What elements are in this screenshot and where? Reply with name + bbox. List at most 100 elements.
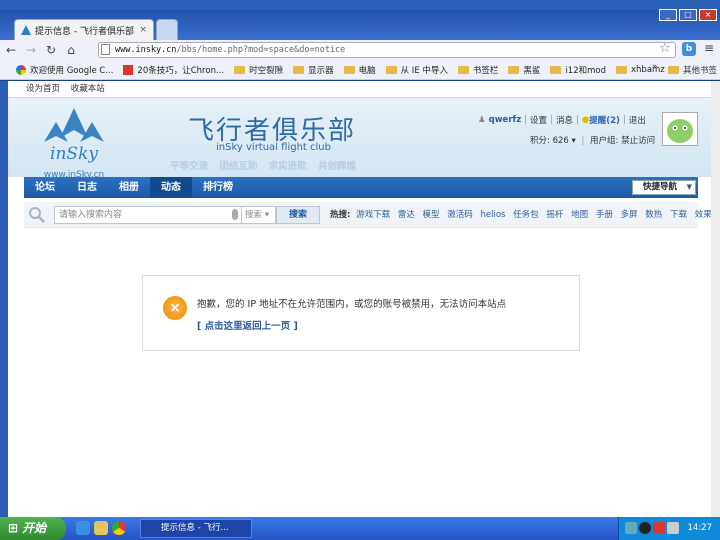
search-icon [28, 206, 46, 224]
tab-close-icon[interactable]: × [139, 25, 147, 35]
settings-link[interactable]: 设置 [530, 114, 547, 126]
taskbar-window-label: 提示信息 - 飞行... [161, 523, 229, 533]
network-icon[interactable] [625, 522, 637, 534]
nav-item-album[interactable]: 相册 [108, 177, 150, 198]
bookmark-star-icon[interactable]: ☆ [659, 41, 671, 56]
bookmarks-bar: 欢迎使用 Google C... 20条技巧，让Chron... 时空裂隙 显示… [0, 60, 720, 80]
bookmark-folder[interactable]: 时空裂隙 [234, 64, 283, 76]
nav-item-ranking[interactable]: 排行榜 [192, 177, 244, 198]
bookmark-folder[interactable]: 电脑 [343, 64, 376, 76]
club-subtitle: inSky virtual flight club [216, 142, 331, 153]
wrench-menu-icon[interactable]: ≡ [704, 41, 714, 55]
volume-icon[interactable] [667, 522, 679, 534]
points-dropdown[interactable]: 积分: 626 ▾ [530, 136, 576, 146]
bookmark-item[interactable]: 20条技巧，让Chron... [123, 64, 224, 76]
bookmark-label: 电脑 [358, 65, 376, 76]
ie-icon[interactable] [76, 521, 90, 535]
folder-icon [616, 65, 627, 74]
url-host: www.insky.cn [115, 45, 177, 55]
bookmark-folder[interactable]: i12和mod [550, 64, 606, 76]
close-window-button[interactable]: × [699, 9, 717, 21]
hot-word[interactable]: 游戏下载 [356, 210, 390, 220]
extension-icon[interactable]: b [682, 42, 696, 56]
site-topbar: 设为首页 收藏本站 [8, 81, 720, 97]
home-icon[interactable]: ⌂ [62, 41, 80, 59]
new-tab-button[interactable] [156, 19, 178, 40]
hot-word[interactable]: 多屏 [621, 210, 638, 220]
address-bar[interactable]: www.insky.cn/bbs/home.php?mod=space&do=n… [98, 42, 676, 58]
quick-nav-button[interactable]: 快捷导航 ▼ [632, 180, 696, 195]
lightbulb-icon: ● [581, 115, 590, 125]
hot-word[interactable]: 摇杆 [546, 210, 563, 220]
slogans: 平等交流 团结互助 求实进取 共创辉煌 [170, 158, 364, 172]
qq-icon[interactable] [639, 522, 651, 534]
folder-icon [385, 65, 397, 74]
bookmark-folder[interactable]: 书签栏 [457, 64, 498, 76]
bookmark-folder[interactable]: 从 IE 中导入 [385, 64, 448, 76]
hot-word[interactable]: 下载 [670, 210, 687, 220]
back-link[interactable]: [ 点击这里返回上一页 ] [197, 318, 298, 332]
chrome-icon[interactable] [112, 521, 126, 535]
hot-searches: 热搜: 游戏下载 雷达 模型 激活码 helios 任务包 摇杆 地图 手册 多… [330, 202, 717, 228]
hot-word[interactable]: 雷达 [398, 210, 415, 220]
hot-word[interactable]: 任务包 [513, 210, 539, 220]
bookmark-site-link[interactable]: 收藏本站 [71, 84, 105, 94]
logout-link[interactable]: 退出 [629, 114, 646, 126]
folder-icon [668, 66, 679, 74]
bookmark-label: 从 IE 中导入 [400, 65, 448, 76]
slogan: 平等交流 [170, 161, 209, 172]
explorer-icon[interactable] [94, 521, 108, 535]
forward-arrow-icon[interactable]: → [22, 41, 40, 59]
windows-logo-icon: ⊞ [8, 521, 19, 535]
back-arrow-icon[interactable]: ← [2, 41, 20, 59]
search-scope-select[interactable]: 搜索 ▾ [242, 206, 276, 224]
folder-icon [508, 65, 520, 74]
nav-item-feed[interactable]: 动态 [150, 177, 192, 198]
bookmark-label: 黑鲨 [523, 65, 541, 76]
bookmark-folder[interactable]: 显示器 [293, 64, 334, 76]
nav-item-forum[interactable]: 论坛 [24, 177, 66, 198]
bookmark-item[interactable]: 欢迎使用 Google C... [16, 64, 113, 76]
search-button[interactable]: 搜索 [276, 206, 320, 224]
minimize-button[interactable]: _ [659, 9, 677, 21]
bookmark-label: 显示器 [308, 65, 334, 76]
messages-link[interactable]: 消息 [556, 114, 573, 126]
hot-word[interactable]: 手册 [596, 210, 613, 220]
bookmark-folder[interactable]: 黑鲨 [508, 64, 540, 76]
folder-icon [343, 65, 355, 74]
slogan: 共创辉煌 [317, 161, 356, 172]
taskbar-window-button[interactable]: 提示信息 - 飞行... [140, 519, 252, 538]
hot-word[interactable]: 数热 [645, 210, 662, 220]
hot-word[interactable]: 激活码 [447, 210, 473, 220]
chevron-down-icon: ▼ [686, 183, 692, 191]
hot-word[interactable]: 模型 [423, 210, 440, 220]
bookmarks-overflow-button[interactable]: » [652, 62, 658, 72]
tab-active[interactable]: 提示信息 - 飞行者俱乐部 × [14, 19, 154, 40]
nav-item-blog[interactable]: 日志 [66, 177, 108, 198]
maximize-button[interactable]: □ [679, 9, 697, 21]
avatar[interactable] [662, 112, 698, 146]
hot-word[interactable]: helios [480, 210, 505, 220]
reload-icon[interactable]: ↻ [42, 41, 60, 59]
reminders-link[interactable]: 提醒(2) [589, 114, 620, 126]
start-button[interactable]: ⊞ 开始 [0, 517, 66, 540]
slogan: 求实进取 [268, 161, 307, 172]
main-nav: 论坛 日志 相册 动态 排行榜 快捷导航 ▼ [24, 177, 698, 198]
site-header: inSky www.inSky.cn 飞行者俱乐部 inSky virtual … [8, 97, 720, 180]
mic-icon[interactable] [232, 209, 238, 220]
hot-word[interactable]: 效果 [695, 210, 712, 220]
hot-word[interactable]: 地图 [571, 210, 588, 220]
search-input[interactable]: 请输入搜索内容 [54, 206, 242, 224]
other-bookmarks-label: 其他书签 [683, 66, 718, 76]
other-bookmarks[interactable]: 其他书签 [668, 60, 717, 80]
username-link[interactable]: qwerfz [489, 115, 522, 125]
site-logo[interactable]: inSky www.inSky.cn [34, 108, 114, 180]
bookmark-label: 时空裂隙 [249, 65, 284, 76]
user-group-link[interactable]: 用户组: 禁止访问 [590, 136, 655, 146]
taskbar: ⊞ 开始 提示信息 - 飞行... 14:27 [0, 517, 720, 540]
system-tray: 14:27 [618, 517, 720, 540]
search-bar: 请输入搜索内容 搜索 ▾ 搜索 热搜: 游戏下载 雷达 模型 激活码 helio… [24, 202, 712, 228]
vertical-scrollbar[interactable] [711, 81, 720, 517]
security-icon[interactable] [653, 522, 665, 534]
set-homepage-link[interactable]: 设为首页 [26, 84, 60, 94]
